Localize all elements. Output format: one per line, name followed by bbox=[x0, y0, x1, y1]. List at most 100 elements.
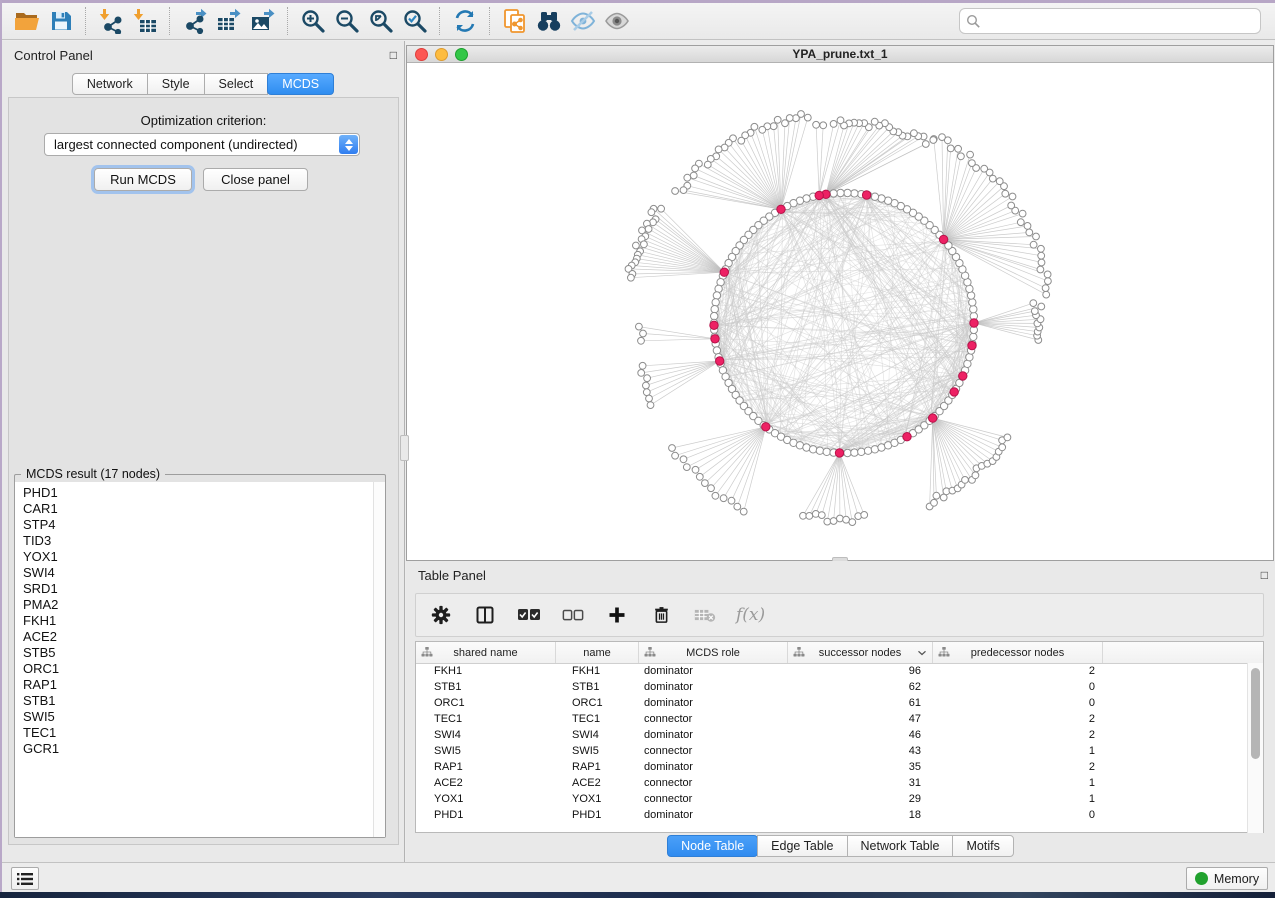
wallpaper-edge-bottom bbox=[0, 892, 1275, 898]
cell: connector bbox=[639, 711, 788, 727]
mcds-result-item: STB1 bbox=[23, 693, 373, 709]
table-row[interactable]: TEC1TEC1connector472 bbox=[416, 711, 1263, 727]
tab-network-table[interactable]: Network Table bbox=[847, 835, 954, 857]
select-all-checkboxes-icon[interactable] bbox=[516, 602, 542, 628]
export-network-icon[interactable] bbox=[178, 6, 212, 36]
table-row[interactable]: SWI4SWI4dominator462 bbox=[416, 727, 1263, 743]
cell: 2 bbox=[933, 663, 1103, 679]
mcds-result-item: FKH1 bbox=[23, 613, 373, 629]
tab-style[interactable]: Style bbox=[147, 73, 205, 95]
table-header: shared name name MCDS rolesuccessor nodesp… bbox=[416, 642, 1263, 664]
column-header-name[interactable]: name bbox=[556, 642, 639, 663]
memory-label: Memory bbox=[1214, 872, 1259, 886]
show-all-eye-icon[interactable] bbox=[600, 6, 634, 36]
search-input[interactable] bbox=[981, 13, 1254, 29]
zoom-fit-icon[interactable] bbox=[364, 6, 398, 36]
cell: 0 bbox=[933, 679, 1103, 695]
cell: 0 bbox=[933, 807, 1103, 823]
network-view-window: YPA_prune.txt_1 bbox=[406, 45, 1274, 561]
open-folder-icon[interactable] bbox=[10, 6, 44, 36]
node-table: shared name name MCDS rolesuccessor nodesp… bbox=[415, 641, 1264, 833]
memory-status-dot-icon bbox=[1195, 872, 1208, 885]
sort-descending-icon bbox=[917, 648, 927, 660]
zoom-out-icon[interactable] bbox=[330, 6, 364, 36]
cell: dominator bbox=[639, 663, 788, 679]
hide-selected-eye-slash-icon[interactable] bbox=[566, 6, 600, 36]
table-row[interactable]: PHD1PHD1dominator180 bbox=[416, 807, 1263, 823]
refresh-layout-icon[interactable] bbox=[448, 6, 482, 36]
cell: 18 bbox=[788, 807, 933, 823]
table-row[interactable]: ACE2ACE2connector311 bbox=[416, 775, 1263, 791]
table-scrollbar[interactable] bbox=[1247, 663, 1263, 833]
cell: FKH1 bbox=[556, 663, 639, 679]
column-label: name bbox=[583, 647, 611, 659]
table-row[interactable]: YOX1YOX1connector291 bbox=[416, 791, 1263, 807]
cell: YOX1 bbox=[416, 791, 556, 807]
column-header-successor-nodes[interactable]: successor nodes bbox=[788, 642, 933, 663]
float-window-icon[interactable]: □ bbox=[390, 49, 397, 61]
table-settings-gear-icon[interactable] bbox=[428, 602, 454, 628]
table-scrollbar-thumb[interactable] bbox=[1251, 668, 1260, 759]
zoom-selected-icon[interactable] bbox=[398, 6, 432, 36]
delete-table-disabled-icon[interactable] bbox=[692, 602, 718, 628]
cell: 96 bbox=[788, 663, 933, 679]
mcds-result-item: ACE2 bbox=[23, 629, 373, 645]
network-window-titlebar[interactable]: YPA_prune.txt_1 bbox=[407, 46, 1273, 63]
cell: ACE2 bbox=[416, 775, 556, 791]
column-header-predecessor-nodes[interactable]: predecessor nodes bbox=[933, 642, 1103, 663]
mcds-result-scrollbar[interactable] bbox=[373, 482, 385, 837]
table-row[interactable]: FKH1FKH1dominator962 bbox=[416, 663, 1263, 679]
show-columns-icon[interactable] bbox=[472, 602, 498, 628]
tab-select[interactable]: Select bbox=[204, 73, 269, 95]
mcds-result-title: MCDS result (17 nodes) bbox=[21, 467, 165, 481]
table-row[interactable]: ORC1ORC1dominator610 bbox=[416, 695, 1263, 711]
memory-button[interactable]: Memory bbox=[1186, 867, 1268, 890]
run-mcds-button[interactable]: Run MCDS bbox=[94, 168, 192, 191]
table-panel-titlebar: Table Panel □ ✖ bbox=[406, 561, 1275, 589]
mcds-result-item: SWI4 bbox=[23, 565, 373, 581]
import-network-icon[interactable] bbox=[94, 6, 128, 36]
optimization-criterion-label: Optimization criterion: bbox=[2, 113, 405, 128]
column-header-MCDS-role[interactable]: MCDS role bbox=[639, 642, 788, 663]
tab-network[interactable]: Network bbox=[72, 73, 148, 95]
save-icon[interactable] bbox=[44, 6, 78, 36]
toolbar-separator bbox=[439, 7, 441, 35]
column-header-shared-name[interactable]: shared name bbox=[416, 642, 556, 663]
cell: SWI5 bbox=[556, 743, 639, 759]
mcds-result-list[interactable]: PHD1CAR1STP4TID3YOX1SWI4SRD1PMA2FKH1ACE2… bbox=[15, 482, 373, 837]
tab-mcds[interactable]: MCDS bbox=[267, 73, 334, 95]
function-builder-icon[interactable]: f(x) bbox=[736, 605, 765, 625]
search-binoculars-icon[interactable] bbox=[532, 6, 566, 36]
clone-network-icon[interactable] bbox=[498, 6, 532, 36]
list-icon bbox=[17, 872, 33, 886]
mcds-result-item: SWI5 bbox=[23, 709, 373, 725]
tab-edge-table[interactable]: Edge Table bbox=[757, 835, 847, 857]
task-history-button[interactable] bbox=[11, 867, 39, 890]
control-panel-titlebar: Control Panel □ ✖ bbox=[2, 41, 428, 69]
export-image-icon[interactable] bbox=[246, 6, 280, 36]
table-row[interactable]: SWI5SWI5connector431 bbox=[416, 743, 1263, 759]
cell: 2 bbox=[933, 759, 1103, 775]
close-panel-button[interactable]: Close panel bbox=[203, 168, 308, 191]
float-window-icon[interactable]: □ bbox=[1261, 569, 1268, 581]
table-row[interactable]: RAP1RAP1dominator352 bbox=[416, 759, 1263, 775]
add-column-icon[interactable] bbox=[604, 602, 630, 628]
optimization-criterion-dropdown[interactable]: largest connected component (undirected) bbox=[44, 133, 360, 156]
mcds-result-item: TID3 bbox=[23, 533, 373, 549]
delete-column-trash-icon[interactable] bbox=[648, 602, 674, 628]
export-table-icon[interactable] bbox=[212, 6, 246, 36]
tab-motifs[interactable]: Motifs bbox=[952, 835, 1013, 857]
tab-node-table[interactable]: Node Table bbox=[667, 835, 758, 857]
cell: 46 bbox=[788, 727, 933, 743]
cell: 43 bbox=[788, 743, 933, 759]
network-canvas[interactable] bbox=[407, 63, 1273, 560]
deselect-all-checkboxes-icon[interactable] bbox=[560, 602, 586, 628]
global-search-field[interactable] bbox=[959, 8, 1261, 34]
table-panel-title: Table Panel bbox=[418, 568, 486, 583]
zoom-in-icon[interactable] bbox=[296, 6, 330, 36]
cell: connector bbox=[639, 775, 788, 791]
table-row[interactable]: STB1STB1dominator620 bbox=[416, 679, 1263, 695]
cell: TEC1 bbox=[416, 711, 556, 727]
vertical-splitter-handle[interactable] bbox=[400, 435, 409, 461]
import-table-icon[interactable] bbox=[128, 6, 162, 36]
